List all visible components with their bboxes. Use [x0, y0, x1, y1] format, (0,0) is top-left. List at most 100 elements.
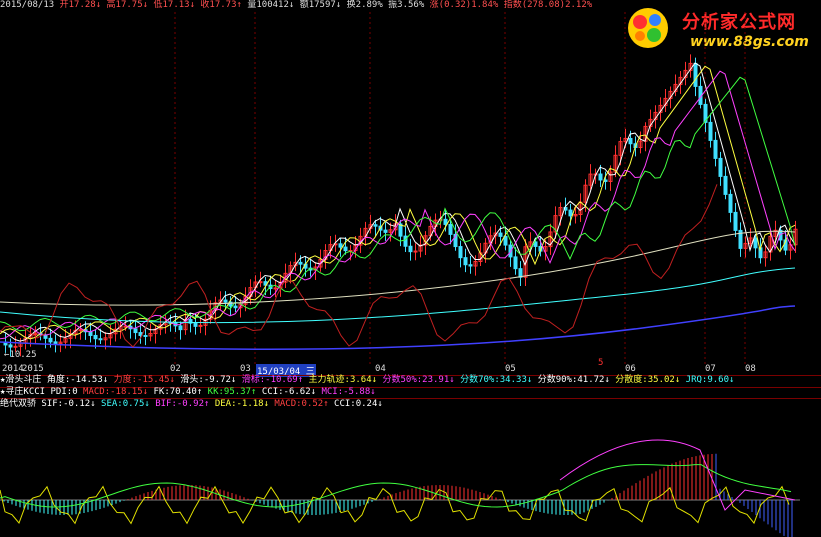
candle-body	[728, 193, 733, 213]
candle-body	[178, 325, 183, 331]
candle-body	[598, 173, 603, 181]
indicator-3-field-6: CCI:0.24↓	[328, 399, 383, 409]
candle-body	[13, 345, 18, 348]
candle-body	[568, 209, 573, 217]
candle-body	[53, 341, 58, 344]
indicator-3-field-4: DEA:-1.18↓	[209, 399, 270, 409]
quote-field-8: 振3.56%	[382, 0, 425, 10]
candle-body	[723, 175, 728, 195]
indicator-2-field-4: KK:95.37↑	[202, 387, 257, 397]
candle-body	[383, 229, 388, 233]
time-label: 08	[745, 364, 756, 374]
candle-body	[458, 246, 463, 259]
indicator-1-field-9: 分散度:35.02↓	[609, 375, 681, 385]
candle-body	[373, 224, 378, 227]
ma-line-long	[0, 230, 796, 306]
time-label: 03	[240, 364, 251, 374]
candle-body	[713, 139, 718, 159]
candle-body	[718, 157, 723, 177]
ma-line-cyan	[0, 267, 796, 324]
time-label: 02	[170, 364, 181, 374]
candlestick-chart[interactable]: ←10.25	[0, 12, 821, 364]
indicator-row-3: 绝代双骄 SIF:-0.12↓ SEA:0.75↓ BIF:-0.92↑ DEA…	[0, 399, 383, 410]
time-label: 2015	[22, 364, 44, 374]
indicator-1-field-8: 分数90%:41.72↓	[532, 375, 610, 385]
indicator-2-field-3: FK:70.40↑	[148, 387, 203, 397]
indicator-2-field-5: CCI:-6.62↓	[256, 387, 317, 397]
quote-field-3: 低17.13↓	[148, 0, 195, 10]
ma-line-magenta	[0, 70, 796, 340]
candle-body	[513, 256, 518, 270]
ma-line-yellow	[0, 65, 796, 340]
candle-body	[198, 324, 203, 327]
indicator-1-field-0: ★滑头斗庄	[0, 375, 47, 385]
indicator-1-field-4: 滑标:-10.69↑	[236, 375, 304, 385]
candle-body	[48, 337, 53, 343]
indicator-1-field-1: 角度:-14.53↓	[46, 375, 109, 385]
indicator-1-field-10: JRQ:9.60↓	[680, 375, 735, 385]
ma-line-green	[0, 76, 796, 332]
candle-body	[443, 218, 448, 225]
indicator-1-field-7: 分数70%:34.33↓	[454, 375, 533, 385]
time-marker: 5	[598, 358, 604, 368]
quote-field-5: 量100412↓	[241, 0, 295, 10]
candle-body	[8, 344, 13, 348]
candle-body	[343, 246, 348, 252]
quote-field-6: 额17597↓	[294, 0, 342, 10]
candle-body	[143, 334, 148, 337]
indicator-3-field-2: SEA:0.75↓	[95, 399, 150, 409]
quote-field-2: 高17.75↓	[101, 0, 149, 10]
candle-body	[518, 268, 523, 278]
candle-body	[463, 257, 468, 266]
indicator-chart[interactable]	[0, 410, 821, 537]
candle-body	[193, 322, 198, 327]
indicator-2-field-1: PDI:0	[50, 387, 78, 397]
indicator-3-field-3: BIF:-0.92↑	[149, 399, 210, 409]
candle-body	[708, 121, 713, 141]
ma-line-white	[0, 62, 796, 342]
indicator-2-field-6: MCI:-5.88↓	[316, 387, 376, 397]
candle-body	[223, 299, 228, 303]
candle-body	[498, 232, 503, 237]
quote-field-10: 指数(278.08)2.12%	[498, 0, 593, 10]
indicator-2-field-2: MACD:-18.15↓	[77, 387, 149, 397]
quote-field-1: 开17.28↓	[54, 0, 102, 10]
indicator-3-field-0: 绝代双骄	[0, 399, 42, 409]
candle-body	[78, 329, 83, 332]
candle-body	[408, 245, 413, 253]
candle-body	[133, 328, 138, 334]
quote-field-4: 收17.73↑	[195, 0, 242, 10]
indicator-row-1: ★滑头斗庄 角度:-14.53↓ 力度:-15.45↓ 滑头:-9.72↓ 滑标…	[0, 375, 734, 386]
candle-body	[298, 261, 303, 265]
candle-body	[413, 250, 418, 253]
indicator-3-field-5: MACD:0.52↑	[269, 399, 329, 409]
candle-body	[448, 223, 453, 235]
quote-field-0: 2015/08/13	[0, 0, 55, 10]
quote-bar: 2015/08/13 开17.28↓ 高17.75↓ 低17.13↓ 收17.7…	[0, 0, 640, 12]
candle-body	[693, 62, 698, 87]
indicator-row-2: ★寻庄KCCI PDI:0 MACD:-18.15↓ FK:70.40↑ KK:…	[0, 387, 376, 398]
candle-body	[93, 334, 98, 340]
time-label: 2014	[2, 364, 24, 374]
time-label: 06	[625, 364, 636, 374]
indicator-2-field-0: ★寻庄KCCI	[0, 387, 51, 397]
candle-body	[733, 211, 738, 231]
indicator-1-field-2: 力度:-15.45↓	[108, 375, 175, 385]
candle-body	[753, 237, 758, 249]
indicator-1-field-5: 主力轨迹:3.64↓	[303, 375, 378, 385]
time-axis: 2014 2015 02 03 15/03/04_三 04 05 06 07 08 5	[0, 358, 821, 377]
indicator-1-field-6: 分数50%:23.91↓	[377, 375, 455, 385]
candle-body	[468, 264, 473, 267]
candle-body	[273, 287, 278, 290]
indicator-3-field-1: SIF:-0.12↓	[41, 399, 96, 409]
quote-field-9: 涨(0.32)1.84%	[424, 0, 499, 10]
time-label: 07	[705, 364, 716, 374]
time-label: 05	[505, 364, 516, 374]
candle-body	[88, 331, 93, 336]
candle-body	[338, 243, 343, 248]
time-label: 04	[375, 364, 386, 374]
candle-body	[98, 338, 103, 341]
candle-body	[503, 235, 508, 246]
candle-body	[233, 305, 238, 309]
indicator-1-field-3: 滑头:-9.72↓	[174, 375, 237, 385]
